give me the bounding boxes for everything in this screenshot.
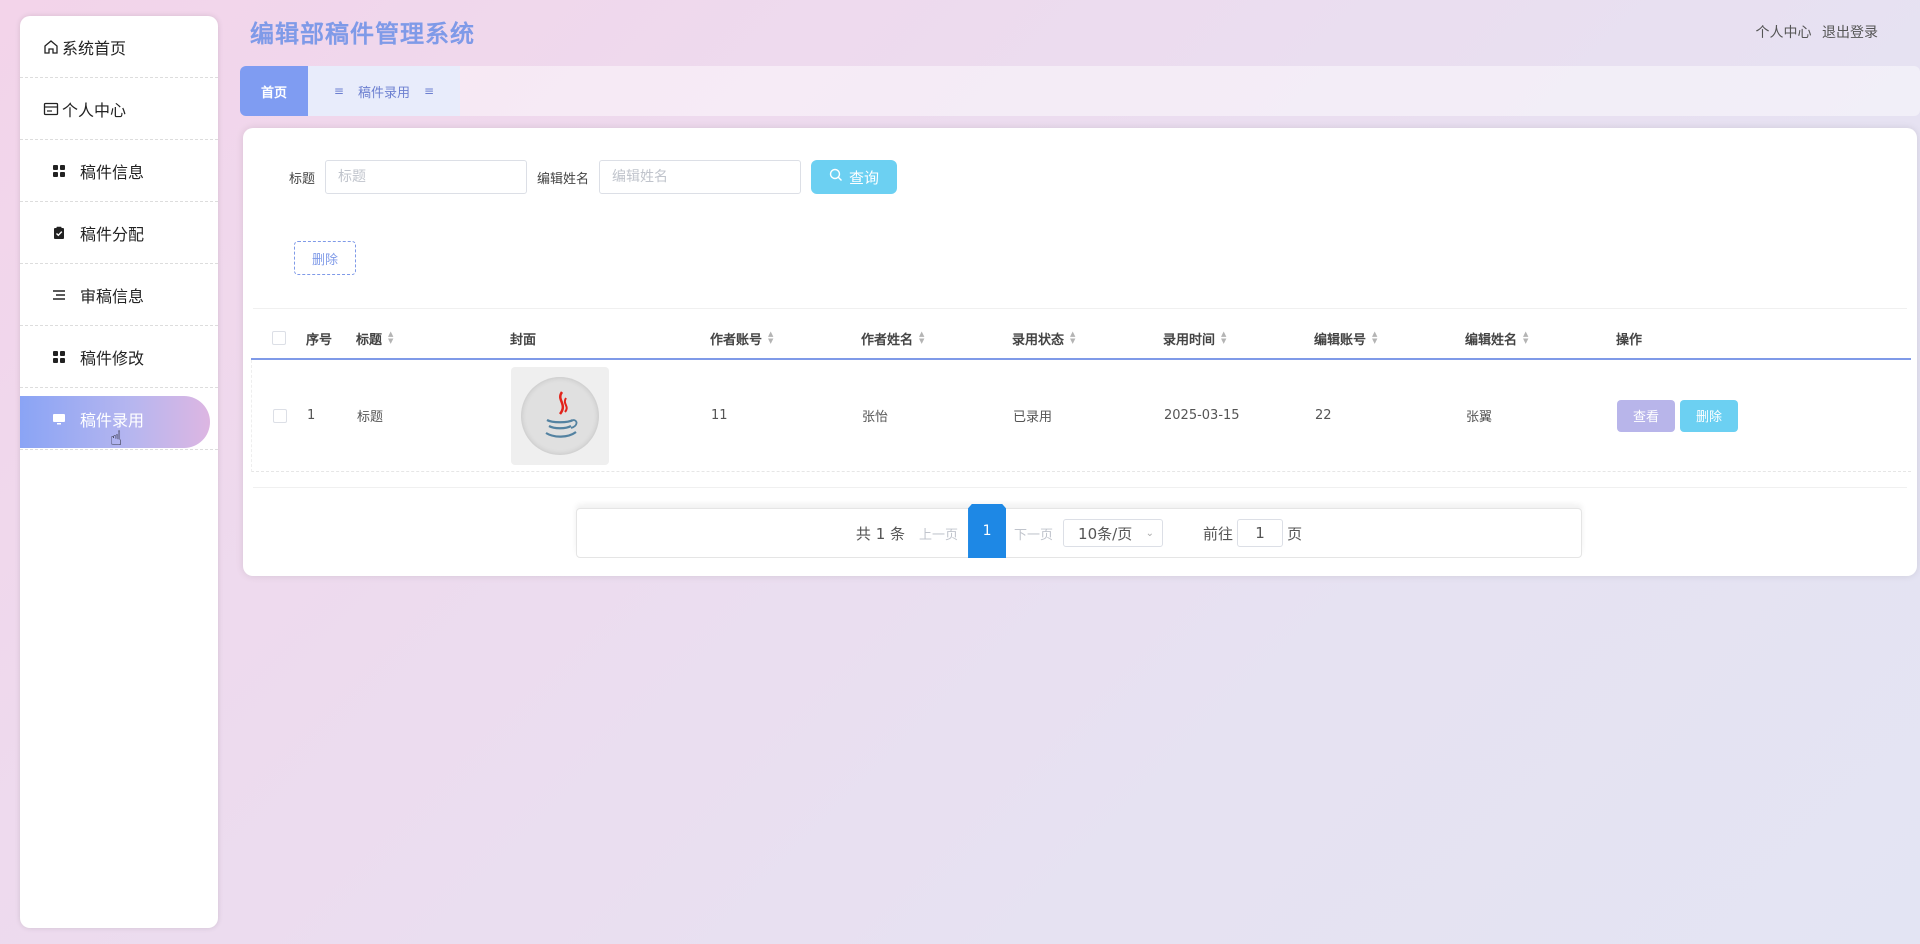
grid-icon xyxy=(50,348,68,366)
cover-image[interactable] xyxy=(511,366,609,465)
sidebar-item-review[interactable]: 审稿信息 xyxy=(20,264,218,326)
data-table: 序号 标题 ▲ ▼ 封面 作者账号 ▲ ▼ 作者姓名 ▲ ▼ 录用状态 ▲ ▼ 录用时间 ▲ ▼ 编… xyxy=(251,318,1911,472)
home-icon xyxy=(42,38,60,56)
sort-icon[interactable]: ▲ ▼ xyxy=(919,331,924,345)
goto-label: 前往 xyxy=(1203,524,1234,543)
column-header[interactable]: 录用时间 xyxy=(1163,329,1215,348)
row-index: 1 xyxy=(307,408,316,423)
sidebar-item-assignment[interactable]: 稿件分配 xyxy=(20,202,218,264)
column-header: 序号 xyxy=(306,332,333,348)
search-row: 标题 编辑姓名 查询 xyxy=(289,160,898,194)
delete-button[interactable]: 删除 xyxy=(1680,399,1738,432)
hand-cursor-icon: ☝ xyxy=(110,426,123,450)
column-header: 操作 xyxy=(1616,332,1643,348)
row-editor-name: 张翼 xyxy=(1466,410,1493,425)
row-author-account: 11 xyxy=(711,408,728,423)
column-header[interactable]: 编辑账号 xyxy=(1314,329,1366,348)
sidebar-item-label: 个人中心 xyxy=(62,100,127,120)
column-header[interactable]: 作者姓名 xyxy=(861,329,913,348)
row-author-name: 张怡 xyxy=(862,410,889,425)
divider xyxy=(253,308,1907,309)
sidebar-item-label: 稿件信息 xyxy=(80,162,145,182)
sidebar-item-label: 系统首页 xyxy=(62,38,127,58)
column-header: 封面 xyxy=(510,332,537,348)
select-all-checkbox[interactable] xyxy=(271,331,286,345)
column-header[interactable]: 作者账号 xyxy=(710,329,762,348)
divider xyxy=(253,487,1907,488)
search-icon xyxy=(829,168,843,186)
tabs-bar: 首页 ≡ 稿件录用 ≡ xyxy=(240,66,1920,116)
chevron-down-icon: ⌄ xyxy=(1145,527,1155,539)
sort-icon[interactable]: ▲ ▼ xyxy=(768,331,773,345)
query-button-label: 查询 xyxy=(849,169,880,187)
row-status: 已录用 xyxy=(1013,410,1053,425)
pagination: 共 1 条 上一页 1 下一页 10条/页 ⌄ 前往 1 页 xyxy=(576,504,1582,558)
clipboard-check-icon xyxy=(50,224,68,242)
monitor-icon xyxy=(50,410,68,428)
menu-icon: ≡ xyxy=(424,84,435,98)
sidebar-item-label: 审稿信息 xyxy=(80,286,145,306)
row-title: 标题 xyxy=(357,410,384,425)
title-label: 标题 xyxy=(289,171,316,187)
sort-icon[interactable]: ▲ ▼ xyxy=(1221,331,1226,345)
goto-suffix: 页 xyxy=(1287,524,1303,543)
tab-home[interactable]: 首页 xyxy=(240,66,308,116)
java-logo-icon xyxy=(521,376,599,455)
next-page-button[interactable]: 下一页 xyxy=(1014,524,1053,543)
editor-name-label: 编辑姓名 xyxy=(537,171,590,187)
batch-delete-button[interactable]: 删除 xyxy=(294,241,356,275)
goto-page-input[interactable]: 1 xyxy=(1237,519,1284,547)
sort-icon[interactable]: ▲ ▼ xyxy=(388,331,393,345)
page-size-select[interactable]: 10条/页 ⌄ xyxy=(1063,519,1164,547)
table-header: 序号 标题 ▲ ▼ 封面 作者账号 ▲ ▼ 作者姓名 ▲ ▼ 录用状态 ▲ ▼ 录用时间 ▲ ▼ 编… xyxy=(251,318,1911,360)
sidebar-item-revision[interactable]: 稿件修改 xyxy=(20,326,218,388)
row-checkbox[interactable] xyxy=(272,408,287,423)
pagination-total: 共 1 条 xyxy=(855,524,906,543)
row-editor-account: 22 xyxy=(1315,408,1332,423)
row-time: 2025-03-15 xyxy=(1164,408,1240,423)
title-search-input[interactable] xyxy=(325,160,528,194)
column-header[interactable]: 标题 xyxy=(356,329,382,348)
main-card: 标题 编辑姓名 查询 删除 序号 标题 ▲▼ 封面 作者账号 ▲▼ 作者姓名 ▲▼ 录… xyxy=(243,128,1917,576)
sort-icon[interactable]: ▲ ▼ xyxy=(1523,331,1528,345)
sidebar-item-home[interactable]: 系统首页 xyxy=(20,16,218,78)
prev-page-button[interactable]: 上一页 xyxy=(919,524,958,543)
sidebar-item-label: 稿件分配 xyxy=(80,224,145,244)
tab-label: 稿件录用 xyxy=(357,85,410,101)
sort-icon[interactable]: ▲ ▼ xyxy=(1070,331,1075,345)
menu-icon: ≡ xyxy=(333,84,344,98)
column-header[interactable]: 编辑姓名 xyxy=(1465,329,1517,348)
table-row: 1 标题 11 张怡 已录用 2025-03-15 22 张翼 查看 删除 xyxy=(251,360,1911,472)
sidebar: 系统首页 个人中心 稿件信息 稿件分配 审稿信息 稿件修改 稿件录用 xyxy=(20,16,218,928)
column-header[interactable]: 录用状态 xyxy=(1012,329,1064,348)
tab-acceptance[interactable]: ≡ 稿件录用 ≡ xyxy=(308,66,460,116)
list-icon xyxy=(50,286,68,304)
sidebar-item-label: 稿件修改 xyxy=(80,348,145,368)
current-page-button[interactable]: 1 xyxy=(968,504,1007,558)
page-size-value: 10条/页 xyxy=(1078,524,1133,543)
sort-icon[interactable]: ▲ ▼ xyxy=(1372,331,1377,345)
profile-link[interactable]: 个人中心 xyxy=(1756,25,1812,41)
id-card-icon xyxy=(42,100,60,118)
grid-icon xyxy=(50,162,68,180)
sidebar-item-profile[interactable]: 个人中心 xyxy=(20,78,218,140)
view-button[interactable]: 查看 xyxy=(1617,399,1675,432)
header-links: 个人中心 退出登录 xyxy=(1750,22,1878,42)
editor-name-search-input[interactable] xyxy=(599,160,802,194)
logout-link[interactable]: 退出登录 xyxy=(1822,25,1878,41)
app-title: 编辑部稿件管理系统 xyxy=(250,20,475,48)
sidebar-item-manuscript-info[interactable]: 稿件信息 xyxy=(20,140,218,202)
query-button[interactable]: 查询 xyxy=(811,160,898,194)
